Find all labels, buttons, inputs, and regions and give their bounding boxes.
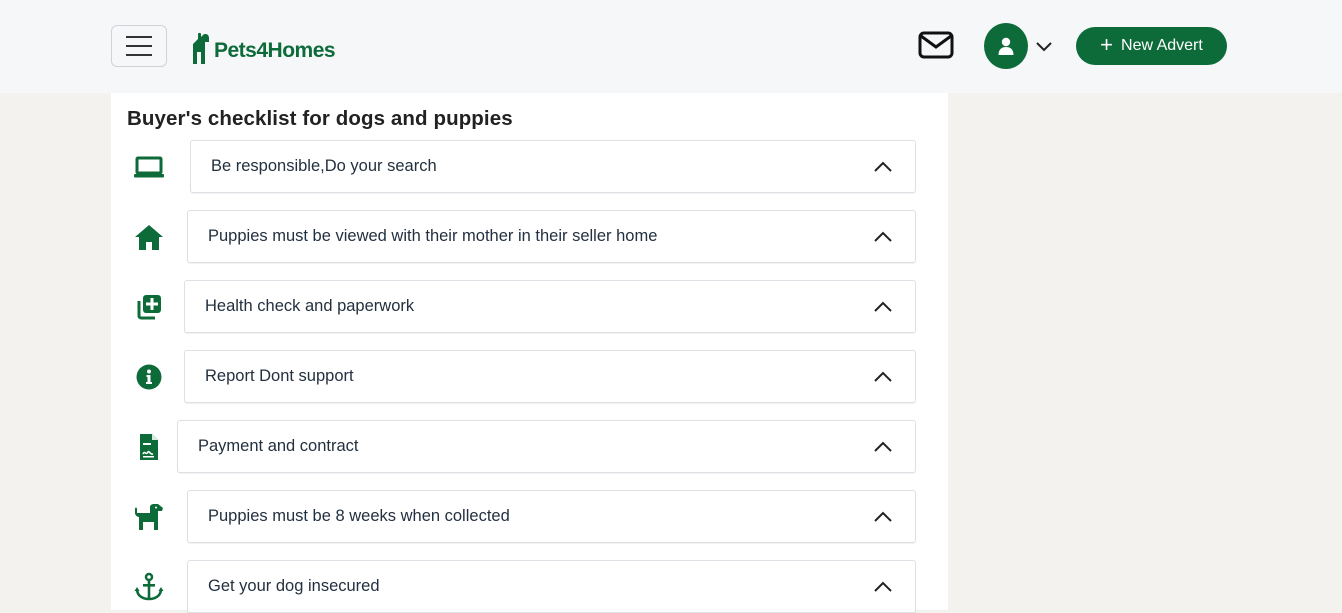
plus-icon: + — [1100, 32, 1114, 57]
accordion-item-view-with-mother[interactable]: Puppies must be viewed with their mother… — [187, 210, 916, 263]
mail-icon[interactable] — [918, 31, 954, 59]
chevron-up-icon[interactable] — [873, 580, 893, 594]
accordion-item-eight-weeks[interactable]: Puppies must be 8 weeks when collected — [187, 490, 916, 543]
chevron-up-icon[interactable] — [873, 510, 893, 524]
new-advert-label: New Advert — [1121, 37, 1203, 54]
user-avatar-button[interactable] — [984, 23, 1028, 69]
pets4homes-logo-icon — [193, 32, 209, 64]
medical-plus-icon — [133, 291, 165, 323]
laptop-icon — [133, 151, 165, 183]
dog-icon — [133, 501, 165, 533]
chevron-up-icon[interactable] — [873, 300, 893, 314]
accordion-item-label: Payment and contract — [198, 437, 359, 455]
new-advert-button[interactable]: + New Advert — [1076, 27, 1227, 65]
logo-text: Pets4Homes — [214, 39, 336, 62]
chevron-up-icon[interactable] — [873, 440, 893, 454]
accordion-item-label: Health check and paperwork — [205, 297, 415, 315]
accordion-item-insurance[interactable]: Get your dog insecured — [187, 560, 916, 613]
home-icon — [133, 221, 165, 253]
site-logo[interactable]: Pets4Homes — [189, 30, 336, 66]
accordion-item-report[interactable]: Report Dont support — [184, 350, 916, 403]
accordion-item-payment-contract[interactable]: Payment and contract — [177, 420, 916, 473]
user-icon — [998, 37, 1014, 55]
chevron-up-icon[interactable] — [873, 230, 893, 244]
chevron-up-icon[interactable] — [873, 160, 893, 174]
anchor-icon — [133, 571, 165, 603]
hamburger-menu-button[interactable] — [111, 25, 167, 67]
accordion-item-label: Puppies must be viewed with their mother… — [208, 227, 658, 245]
accordion-item-label: Be responsible,Do your search — [211, 157, 437, 175]
info-icon — [133, 361, 165, 393]
chevron-up-icon[interactable] — [873, 370, 893, 384]
accordion-item-label: Report Dont support — [205, 367, 354, 385]
accordion-item-label: Get your dog insecured — [208, 577, 380, 595]
accordion-item-health-check[interactable]: Health check and paperwork — [184, 280, 916, 333]
top-navbar: Pets4Homes + New Advert — [0, 0, 1342, 93]
chevron-down-icon[interactable] — [1035, 38, 1053, 54]
checklist-panel: Buyer's checklist for dogs and puppies B… — [111, 93, 948, 613]
contract-document-icon — [133, 431, 165, 463]
checklist-title: Buyer's checklist for dogs and puppies — [127, 107, 513, 130]
accordion-item-label: Puppies must be 8 weeks when collected — [208, 507, 510, 525]
accordion-item-research[interactable]: Be responsible,Do your search — [190, 140, 916, 193]
